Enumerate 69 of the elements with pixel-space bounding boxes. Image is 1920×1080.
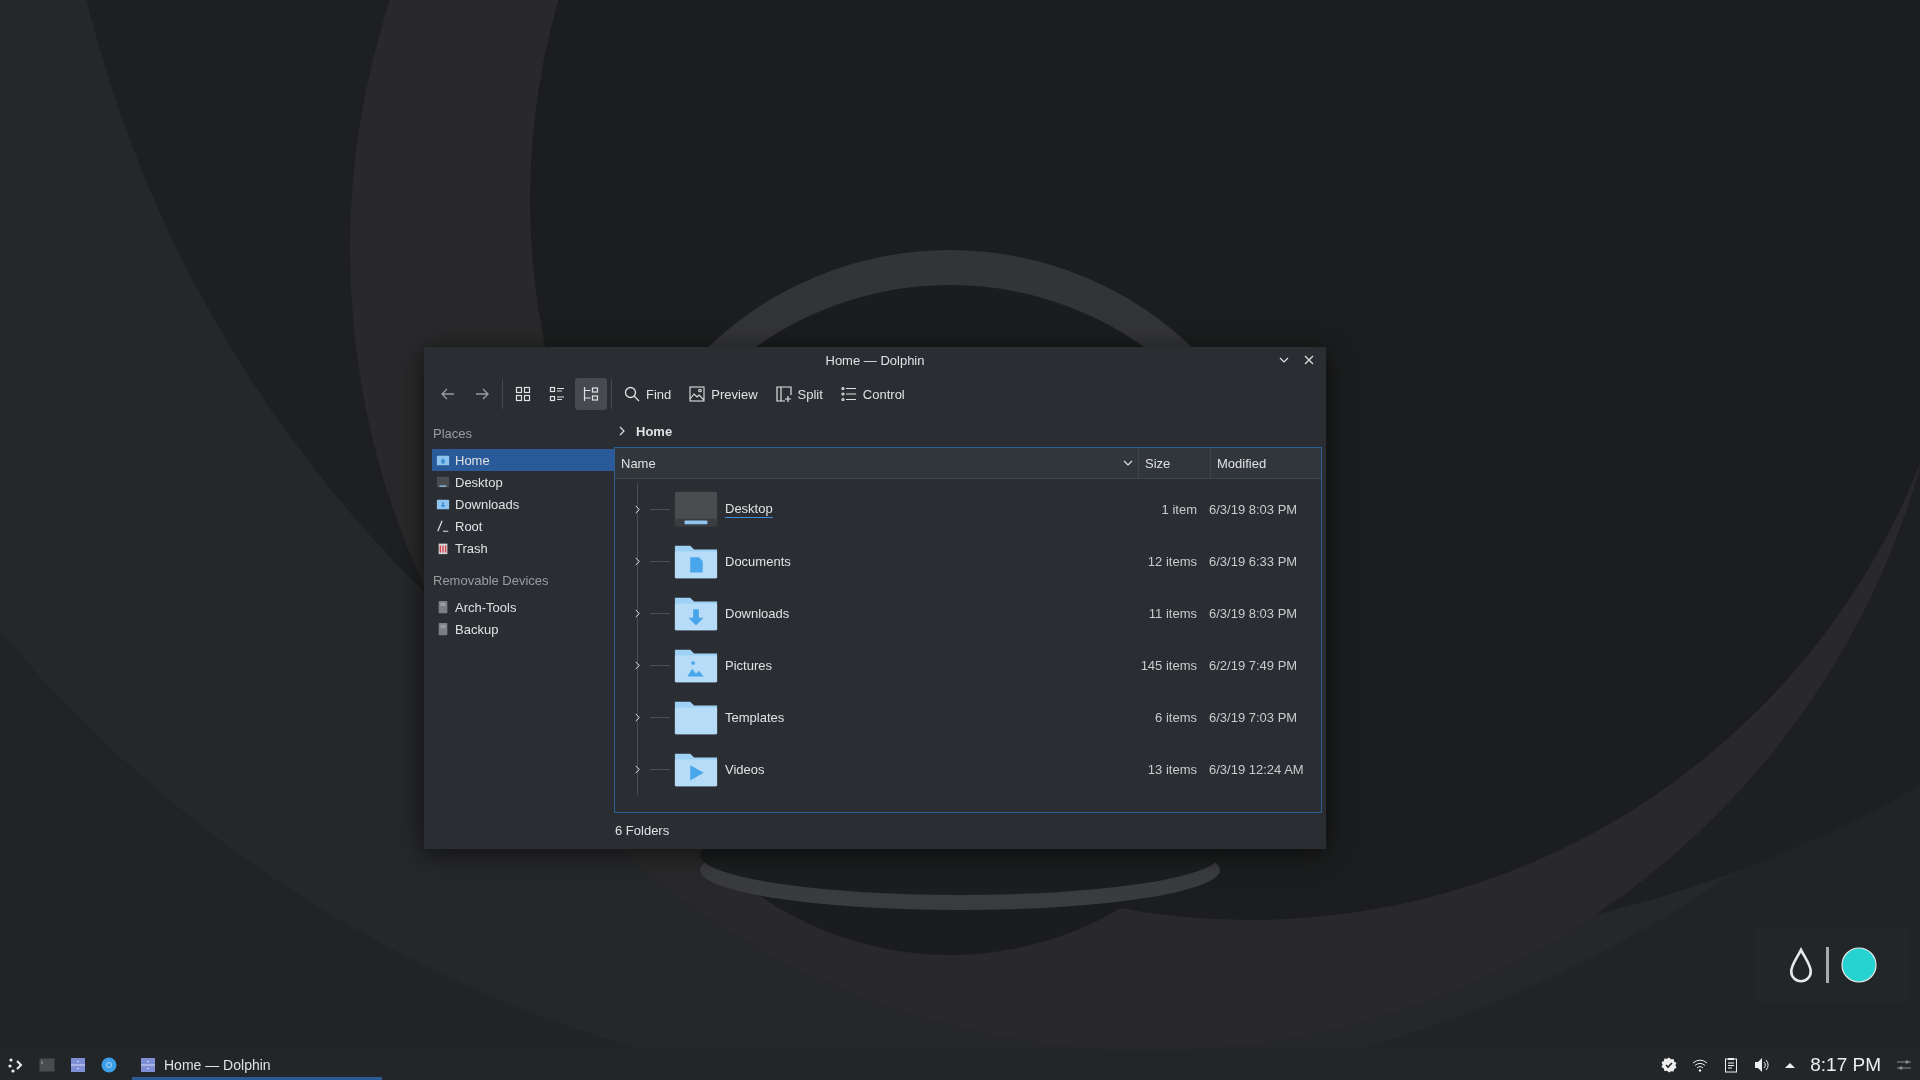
file-name[interactable]: Documents	[725, 553, 1117, 569]
list-icon	[549, 386, 565, 402]
close-icon[interactable]	[1303, 354, 1315, 366]
globe-icon[interactable]	[101, 1056, 117, 1073]
drive-icon	[436, 600, 450, 614]
expand-arrow-icon[interactable]	[1785, 1061, 1796, 1068]
status-text: 6 Folders	[614, 822, 670, 838]
grid-icon	[515, 386, 531, 402]
search-icon	[624, 386, 640, 402]
drop-icon	[1787, 946, 1814, 984]
place-item[interactable]: Trash	[432, 537, 614, 559]
cabinet-icon	[140, 1056, 156, 1073]
table-cell-text: 6/3/19 8:03 PM	[1208, 501, 1299, 517]
file-name[interactable]: Pictures	[725, 657, 1117, 673]
app-menu-icon[interactable]	[8, 1056, 24, 1073]
split-panel-icon	[775, 386, 792, 402]
find-button[interactable]: Find	[616, 378, 680, 410]
table-cell-text: 6/2/19 7:49 PM	[1208, 657, 1299, 673]
details-view-button[interactable]	[575, 378, 607, 410]
left-arrow-icon	[440, 386, 456, 402]
place-item[interactable]: Root	[432, 515, 614, 537]
table-cell-text: 6/3/19 12:24 AM	[1208, 761, 1305, 777]
list-icon	[840, 386, 857, 402]
table-cell-text: 13 items	[1146, 761, 1197, 777]
table-cell-text: 6/3/19 8:03 PM	[1208, 605, 1299, 621]
slash-icon	[436, 519, 450, 533]
column-header[interactable]: Size	[1139, 448, 1211, 478]
task-button[interactable]: Home — Dolphin	[132, 1049, 382, 1080]
place-item[interactable]: Desktop	[432, 471, 614, 493]
control-button[interactable]: Control	[832, 378, 913, 410]
monitor-icon	[673, 489, 719, 529]
cabinet-icon[interactable]	[70, 1056, 86, 1073]
chevron-icon	[618, 425, 626, 437]
section-heading: Places	[432, 425, 474, 443]
table-cell-text: 1 item	[1160, 501, 1197, 517]
device-item[interactable]: Arch-Tools	[432, 596, 614, 618]
table-cell-text: 145 items	[1139, 657, 1197, 673]
section-heading: Removable Devices	[432, 572, 550, 590]
speaker-icon[interactable]	[1754, 1056, 1771, 1073]
home-folder-icon	[436, 453, 450, 467]
drive-icon	[436, 622, 450, 636]
table-cell-text: 6/3/19 7:03 PM	[1208, 709, 1299, 725]
table-cell-text: 11 items	[1147, 605, 1197, 621]
file-name[interactable]: Templates	[725, 709, 1117, 725]
table-cell-text: 6/3/19 6:33 PM	[1208, 553, 1299, 569]
place-item[interactable]: Home	[432, 449, 614, 471]
monitor-icon	[436, 475, 450, 489]
right-arrow-icon	[474, 386, 490, 402]
file-name[interactable]: Downloads	[725, 605, 1117, 621]
column-header[interactable]: Name	[615, 448, 1139, 478]
window-title: Home — Dolphin	[825, 352, 925, 368]
file-name[interactable]: Desktop	[725, 500, 773, 518]
image-icon	[689, 386, 706, 402]
place-item[interactable]: Downloads	[432, 493, 614, 515]
clipboard-icon[interactable]	[1723, 1056, 1740, 1073]
column-header[interactable]: Modified	[1211, 448, 1321, 478]
device-item[interactable]: Backup	[432, 618, 614, 640]
badge-check-icon[interactable]	[1661, 1056, 1678, 1073]
circle-icon	[1840, 947, 1877, 983]
breadcrumb-item[interactable]: Home	[636, 423, 673, 439]
file-name[interactable]: Videos	[725, 761, 1117, 777]
trash-icon	[436, 541, 450, 555]
split-button[interactable]: Split	[767, 378, 831, 410]
preview-button[interactable]: Preview	[681, 378, 766, 410]
clock[interactable]: 8:17 PM	[1810, 1053, 1881, 1076]
table-cell-text: 12 items	[1146, 553, 1197, 569]
table-cell-text: 6 items	[1154, 709, 1197, 725]
download-folder-icon	[436, 497, 450, 511]
tree-icon	[583, 386, 599, 402]
